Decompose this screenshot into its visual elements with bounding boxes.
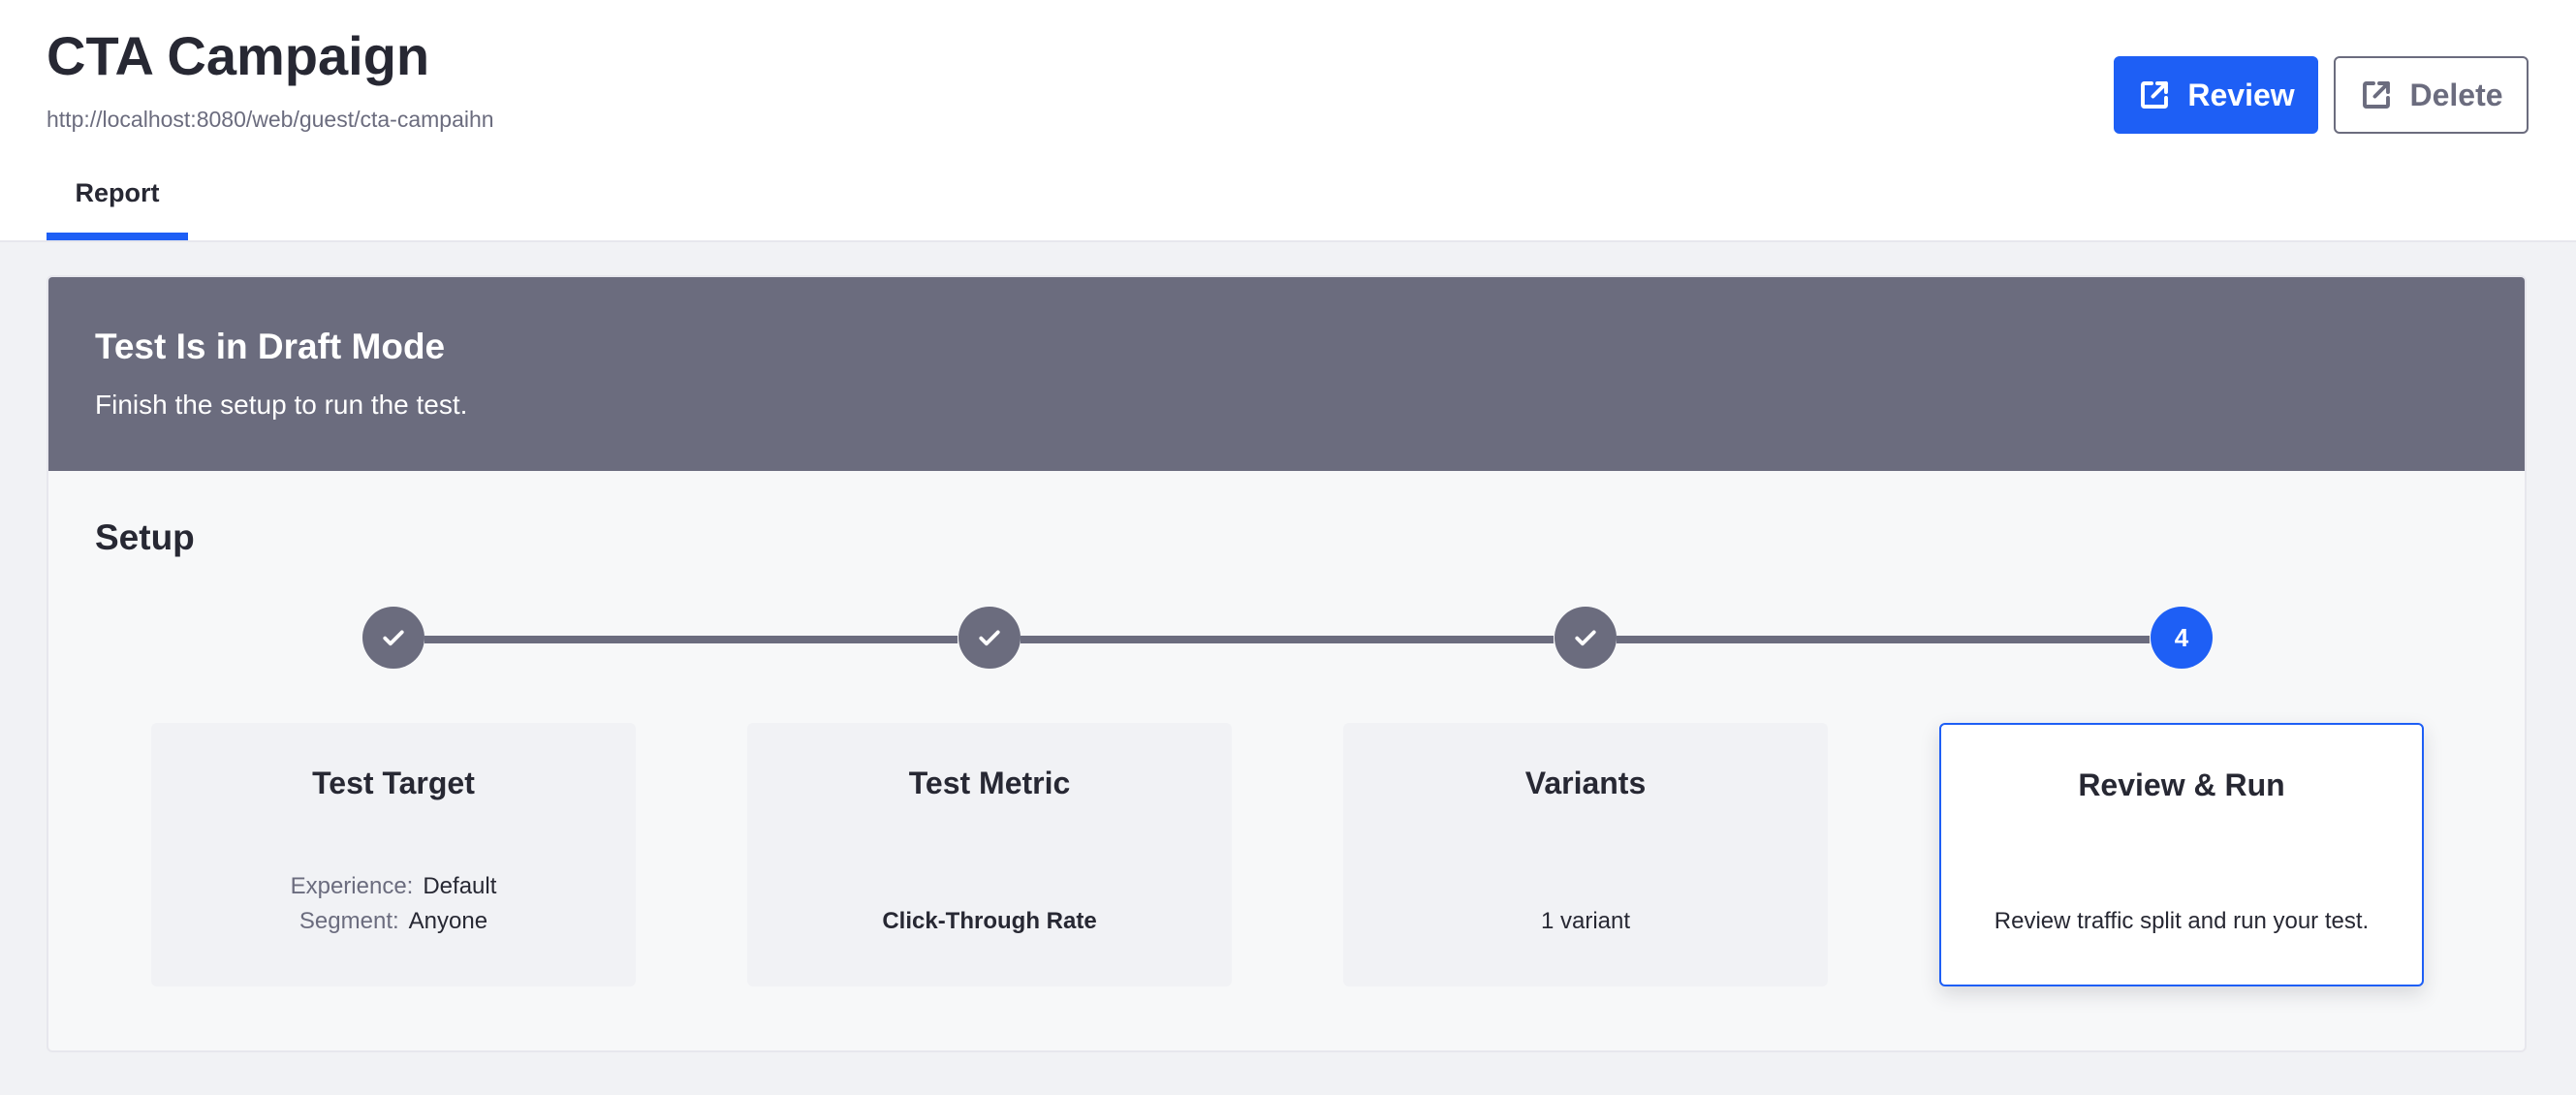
- review-button-label: Review: [2187, 77, 2295, 112]
- external-link-icon: [2141, 81, 2169, 109]
- test-card: Test Is in Draft Mode Finish the setup t…: [47, 275, 2527, 1052]
- segment-label: Segment:: [298, 908, 399, 934]
- banner-text: Finish the setup to run the test.: [95, 390, 468, 420]
- stepper-connector: [1617, 636, 2150, 643]
- experience-row: Experience: Default: [151, 870, 636, 903]
- step-card-title: Test Target: [312, 766, 475, 800]
- page-url: http://localhost:8080/web/guest/cta-camp…: [47, 107, 494, 132]
- step-2-indicator[interactable]: [958, 607, 1021, 669]
- step-card-review-and-run[interactable]: Review & Run Review traffic split and ru…: [1939, 723, 2424, 986]
- step-4-indicator[interactable]: 4: [2151, 607, 2213, 669]
- experience-label: Experience:: [290, 873, 414, 899]
- banner-title: Test Is in Draft Mode: [95, 327, 446, 366]
- step-card-test-target[interactable]: Test Target Experience: Default Segment: A…: [151, 723, 636, 986]
- check-icon: [383, 630, 404, 646]
- step-card-title: Variants: [1524, 766, 1647, 800]
- stepper-connector: [1021, 636, 1554, 643]
- tab-report[interactable]: Report: [47, 167, 188, 240]
- step-4-number: 4: [2174, 622, 2189, 652]
- step-card-title: Review & Run: [2078, 767, 2285, 802]
- step-card-variants[interactable]: Variants 1 variant: [1343, 723, 1828, 986]
- step-card-title: Test Metric: [908, 766, 1071, 800]
- review-run-description: Review traffic split and run your test.: [1994, 908, 2370, 934]
- segment-value: Anyone: [408, 908, 488, 934]
- delete-button[interactable]: Delete: [2334, 56, 2529, 134]
- check-icon: [979, 630, 1000, 646]
- check-icon: [1575, 630, 1596, 646]
- setup-title: Setup: [95, 517, 195, 557]
- step-1-indicator[interactable]: [362, 607, 424, 669]
- delete-button-label: Delete: [2409, 77, 2503, 112]
- step-3-indicator[interactable]: [1555, 607, 1617, 669]
- segment-row: Segment: Anyone: [151, 905, 636, 938]
- review-button[interactable]: Review: [2114, 56, 2318, 134]
- experience-value: Default: [423, 873, 497, 899]
- draft-mode-banner: Test Is in Draft Mode Finish the setup t…: [48, 277, 2525, 471]
- page-title: CTA Campaign: [47, 25, 430, 86]
- tab-report-label: Report: [75, 178, 160, 207]
- stepper-connector: [424, 636, 958, 643]
- step-card-test-metric[interactable]: Test Metric Click-Through Rate: [747, 723, 1232, 986]
- page-header: CTA Campaign http://localhost:8080/web/g…: [0, 0, 2576, 242]
- metric-value: Click-Through Rate: [882, 908, 1097, 934]
- external-link-icon: [2363, 81, 2391, 109]
- variants-count: 1 variant: [1540, 908, 1631, 934]
